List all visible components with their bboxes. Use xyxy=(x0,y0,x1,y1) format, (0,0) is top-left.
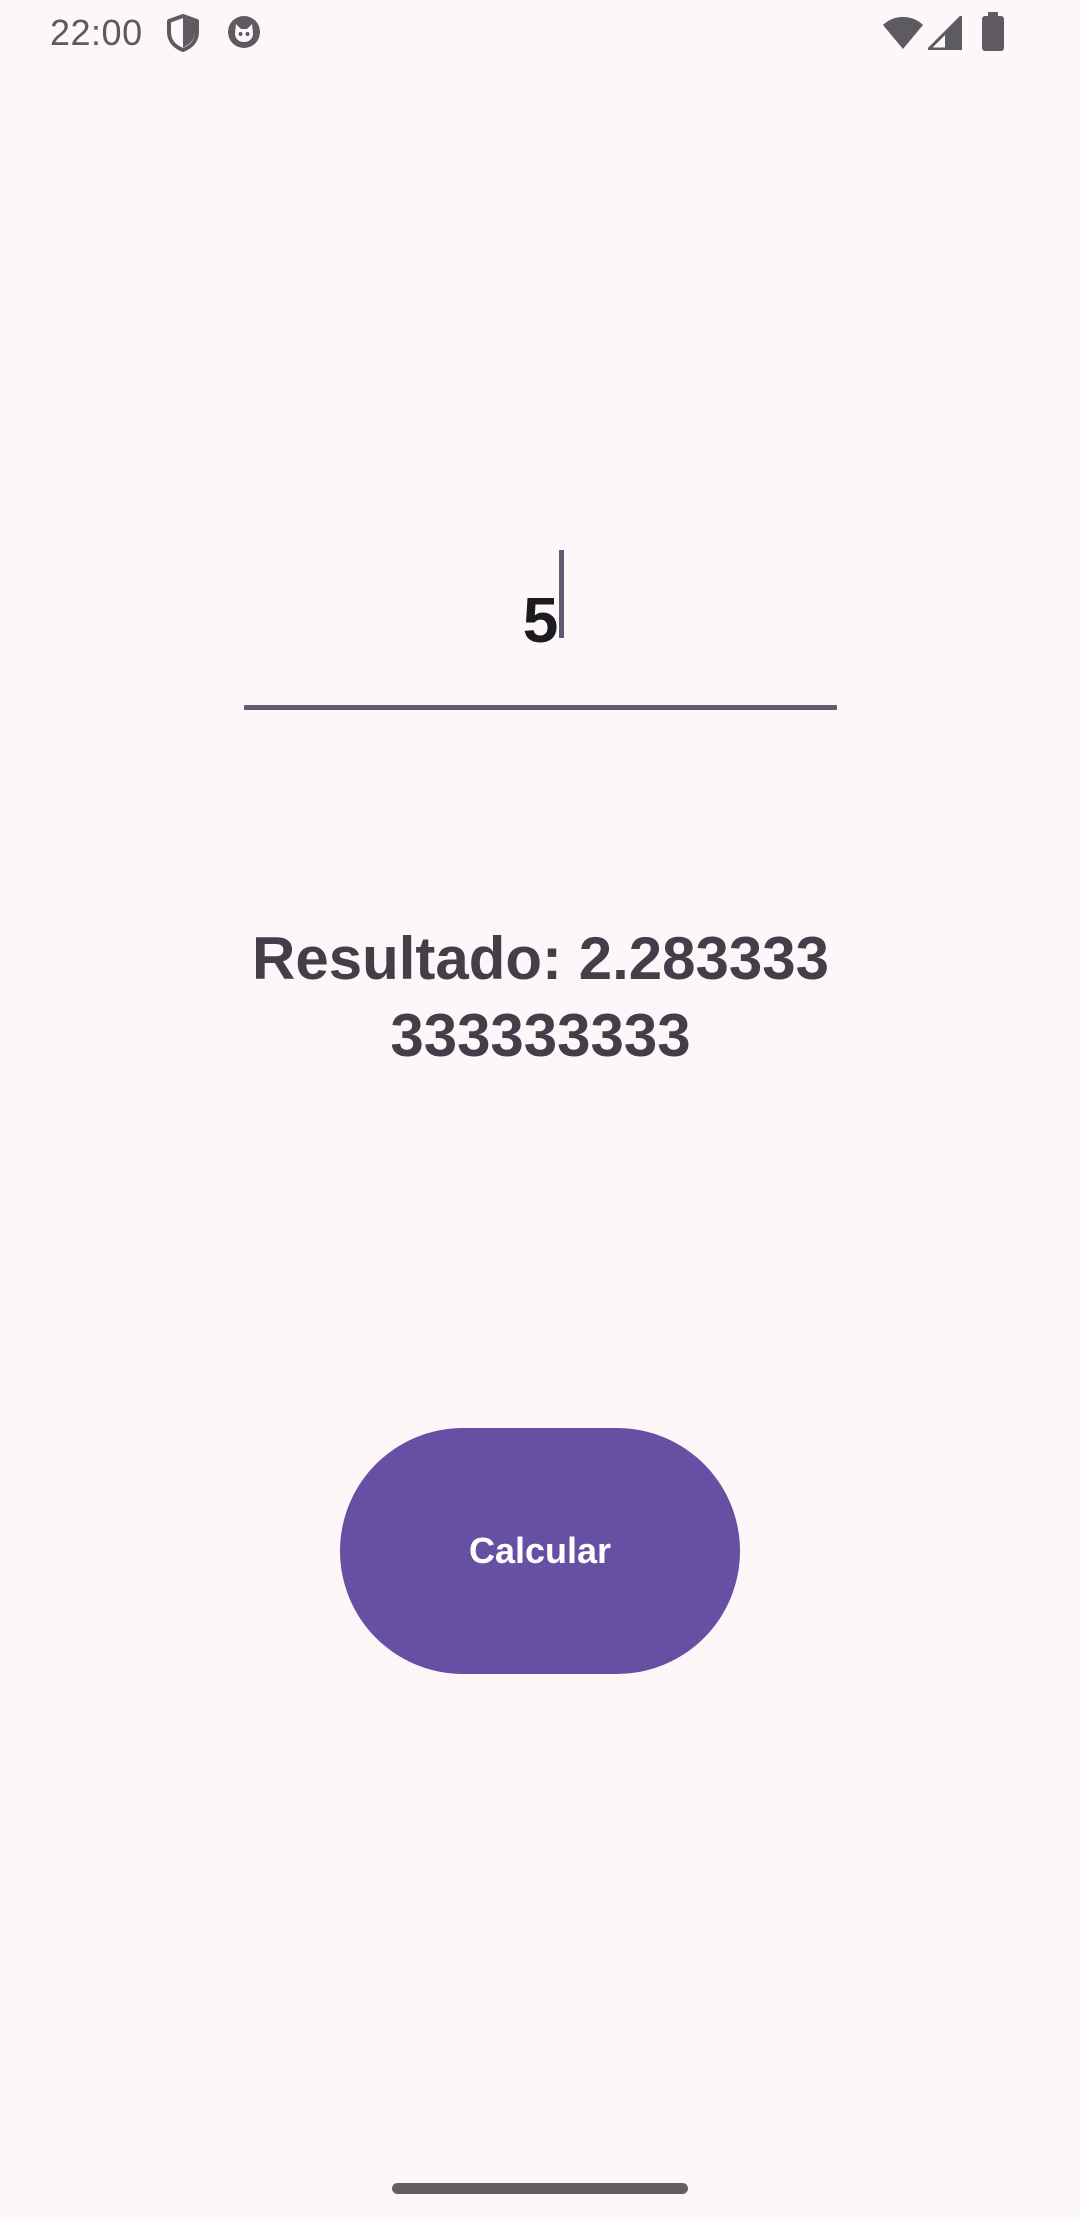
status-time: 22:00 xyxy=(50,12,143,53)
calcular-button[interactable]: Calcular xyxy=(340,1428,740,1674)
gesture-navigation-handle[interactable] xyxy=(392,2183,688,2194)
text-cursor xyxy=(559,550,564,638)
number-input-field[interactable] xyxy=(244,520,837,710)
input-underline xyxy=(244,705,837,710)
status-bar: 22:00 xyxy=(0,0,1080,66)
battery-icon xyxy=(982,12,1004,51)
result-text: Resultado: 2.283333333333333 xyxy=(252,925,829,1069)
number-input[interactable] xyxy=(244,560,837,680)
cell-signal-icon xyxy=(928,16,962,50)
cat-face-icon xyxy=(228,16,260,48)
shield-icon xyxy=(167,14,199,52)
wifi-icon xyxy=(883,17,923,49)
